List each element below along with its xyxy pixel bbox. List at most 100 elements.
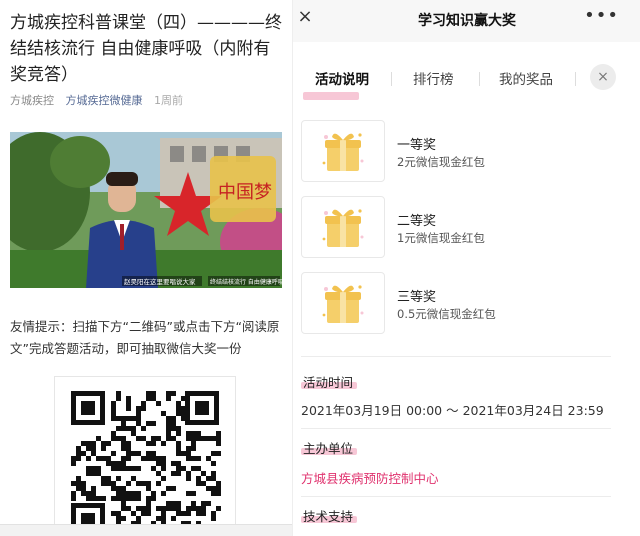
qr-module xyxy=(121,461,126,466)
qr-module xyxy=(156,506,161,511)
qr-module xyxy=(191,466,196,471)
qr-module xyxy=(196,506,201,511)
qr-module xyxy=(156,481,161,486)
qr-module xyxy=(111,511,116,516)
qr-module xyxy=(146,481,151,486)
qr-module xyxy=(161,411,166,416)
qr-module xyxy=(166,426,171,431)
qr-module xyxy=(131,476,136,481)
qr-module xyxy=(121,516,126,521)
tech-support-label: 技术支持 xyxy=(303,509,354,524)
qr-module xyxy=(121,456,126,461)
qr-module xyxy=(131,416,136,421)
qr-module xyxy=(201,471,206,476)
prize-item: 三等奖 0.5元微信现金红包 xyxy=(301,272,631,338)
qr-module xyxy=(191,446,196,451)
gift-box-icon xyxy=(322,285,364,323)
qr-module xyxy=(161,491,166,496)
qr-module xyxy=(211,461,216,466)
qr-module xyxy=(111,451,116,456)
sign-text: 中国梦 xyxy=(218,182,272,203)
qr-module xyxy=(121,466,126,471)
divider xyxy=(301,496,611,497)
qr-module xyxy=(216,436,221,441)
qr-module xyxy=(146,441,151,446)
qr-module xyxy=(76,451,81,456)
qr-module xyxy=(146,486,151,491)
qr-module xyxy=(201,511,206,516)
qr-module xyxy=(121,486,126,491)
article-meta: 方城疾控 方城疾控微健康 1周前 xyxy=(10,92,191,108)
friendly-tip: 友情提示：扫描下方“二维码”或点击下方“阅读原文”完成答题活动，即可抽取微信大奖… xyxy=(10,319,280,356)
qr-module xyxy=(86,441,91,446)
organizer-label: 主办单位 xyxy=(303,441,354,456)
qr-module xyxy=(186,491,191,496)
qr-module xyxy=(166,431,171,436)
qr-module xyxy=(176,501,181,506)
qr-module xyxy=(211,516,216,521)
qr-module xyxy=(146,421,151,426)
video-thumbnail[interactable]: 中国梦 赵昊阳在这里要唱说大家 终结结核流行 自由健康呼吸 xyxy=(10,132,282,288)
qr-module xyxy=(126,401,131,406)
qr-module xyxy=(86,471,91,476)
prize-description: 0.5元微信现金红包 xyxy=(397,307,496,321)
qr-module xyxy=(161,456,166,461)
prize-description: 1元微信现金红包 xyxy=(397,231,485,245)
qr-module xyxy=(96,496,101,501)
qr-module xyxy=(136,481,141,486)
qr-module xyxy=(176,511,181,516)
qr-module xyxy=(111,486,116,491)
qr-module xyxy=(136,436,141,441)
qr-module xyxy=(121,491,126,496)
qr-module xyxy=(126,426,131,431)
qr-module xyxy=(131,426,136,431)
qr-module xyxy=(151,451,156,456)
tab-close-icon[interactable]: × xyxy=(590,64,616,90)
qr-module xyxy=(191,456,196,461)
qr-module xyxy=(156,401,161,406)
account-link[interactable]: 方城疾控微健康 xyxy=(66,94,143,107)
qr-module xyxy=(196,456,201,461)
qr-module xyxy=(91,446,96,451)
activity-panel: × 学习知识赢大奖 ••• 活动说明 排行榜 我的奖品 × 一等奖 2元微信现金… xyxy=(292,0,640,536)
tab-activity-description[interactable]: 活动说明 xyxy=(315,68,369,88)
qr-module xyxy=(96,471,101,476)
qr-module xyxy=(131,451,136,456)
qr-module xyxy=(186,451,191,456)
top-bar: × 学习知识赢大奖 ••• xyxy=(293,0,640,42)
qr-module xyxy=(171,506,176,511)
qr-module xyxy=(171,421,176,426)
qr-module xyxy=(191,506,196,511)
qr-module xyxy=(86,496,91,501)
qr-module xyxy=(116,466,121,471)
qr-module xyxy=(176,441,181,446)
qr-module xyxy=(211,486,216,491)
qr-module xyxy=(121,441,126,446)
qr-code[interactable] xyxy=(54,376,236,536)
qr-module xyxy=(111,431,116,436)
qr-module xyxy=(101,441,106,446)
qr-module xyxy=(86,466,91,471)
tab-my-prizes[interactable]: 我的奖品 xyxy=(499,68,553,88)
article-panel: 方城疾控科普课堂（四）————终结结核流行 自由健康呼吸（内附有奖竞答） 方城疾… xyxy=(0,0,292,536)
qr-module xyxy=(96,466,101,471)
qr-module xyxy=(211,491,216,496)
qr-module xyxy=(176,461,181,466)
qr-module xyxy=(91,491,96,496)
qr-module xyxy=(166,486,171,491)
qr-module xyxy=(106,481,111,486)
qr-module xyxy=(181,511,186,516)
video-caption-left: 赵昊阳在这里要唱说大家 xyxy=(124,277,196,286)
organizer-value[interactable]: 方城县疾病预防控制中心 xyxy=(301,468,439,487)
qr-module xyxy=(196,481,201,486)
more-icon[interactable]: ••• xyxy=(584,6,619,26)
qr-module xyxy=(116,396,121,401)
qr-module xyxy=(116,391,121,396)
tab-leaderboard[interactable]: 排行榜 xyxy=(413,68,454,88)
qr-module xyxy=(176,451,181,456)
qr-module xyxy=(136,406,141,411)
qr-module xyxy=(156,436,161,441)
qr-module xyxy=(151,466,156,471)
qr-module xyxy=(106,441,111,446)
qr-module xyxy=(91,496,96,501)
